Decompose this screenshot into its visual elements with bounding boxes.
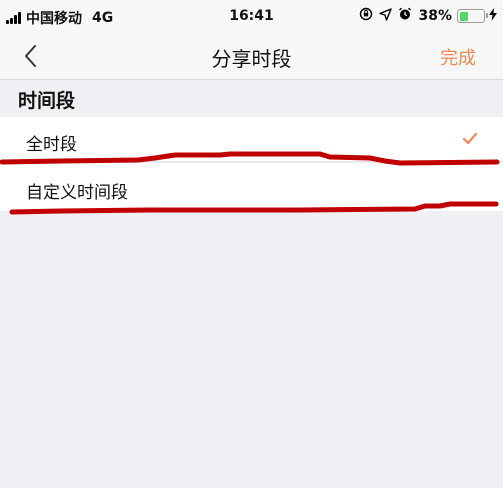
back-button[interactable]: [20, 44, 44, 68]
location-arrow-icon: [379, 7, 393, 25]
option-label: 自定义时间段: [26, 183, 128, 203]
battery-level-fill: [459, 11, 469, 21]
alarm-clock-icon: [398, 7, 412, 25]
section-header: 时间段: [18, 90, 76, 112]
option-all-time[interactable]: 全时段: [0, 117, 503, 162]
page-title: 分享时段: [211, 47, 292, 71]
status-bar: 中国移动 4G 16:41 38%: [0, 0, 503, 32]
charging-bolt-icon: [489, 8, 497, 24]
navigation-bar: 分享时段 完成: [0, 32, 503, 80]
orientation-lock-icon: [359, 7, 373, 25]
done-button[interactable]: 完成: [440, 44, 476, 70]
checkmark-icon: [463, 133, 477, 145]
battery-percent: 38%: [418, 8, 452, 24]
option-custom-time[interactable]: 自定义时间段: [0, 163, 503, 211]
chevron-left-icon: [25, 45, 36, 67]
status-right: 38%: [359, 7, 497, 25]
battery-icon: [457, 9, 488, 23]
option-label: 全时段: [26, 135, 77, 155]
